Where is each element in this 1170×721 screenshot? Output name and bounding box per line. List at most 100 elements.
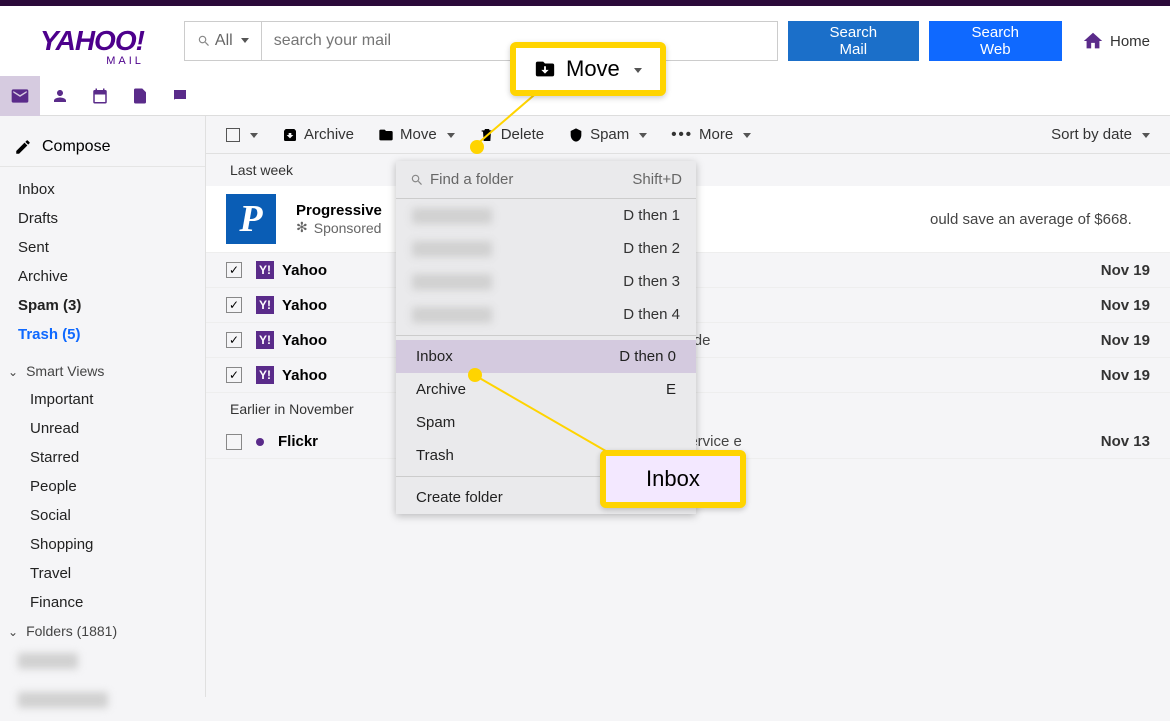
search-scope[interactable]: All [185,22,262,60]
folder-trash[interactable]: Trash (5) [0,320,205,349]
date: Nov 13 [1080,433,1150,450]
shortcut: D then 3 [623,273,680,290]
more-button[interactable]: ••• More [671,126,751,143]
recent-folder[interactable]: D then 1 [396,199,696,232]
pencil-icon [14,138,32,156]
chevron-down-icon [443,126,455,143]
date: Nov 19 [1080,332,1150,349]
smartview-people[interactable]: People [0,472,205,501]
smartview-finance[interactable]: Finance [0,588,205,617]
sponsored-tail: ould save an average of $668. [930,211,1150,228]
folder-blurred [412,274,492,290]
unread-dot [256,438,264,446]
trash-icon [479,127,495,143]
recent-folder[interactable]: D then 3 [396,265,696,298]
smartview-important[interactable]: Important [0,385,205,414]
move-inbox[interactable]: InboxD then 0 [396,340,696,373]
smartview-unread[interactable]: Unread [0,414,205,443]
archive-button[interactable]: Archive [282,126,354,143]
recent-folder[interactable]: D then 4 [396,298,696,331]
from: Yahoo [282,262,327,279]
folder-blurred [412,241,492,257]
toolbar: Archive Move Delete Spam ••• More Sort b… [206,116,1170,154]
date: Nov 19 [1080,262,1150,279]
yahoo-icon: Y! [256,296,274,314]
recent-folder[interactable]: D then 2 [396,232,696,265]
search-mail-button[interactable]: Search Mail [788,21,918,61]
search-box[interactable]: All [184,21,778,61]
smart-views-header[interactable]: Smart Views [0,357,205,385]
folder-blurred [412,307,492,323]
smartview-social[interactable]: Social [0,501,205,530]
chevron-down-icon [739,126,751,143]
chevron-down-icon [246,126,258,143]
chevron-down-icon [635,126,647,143]
yahoo-logo: YAHOO! MAIL [40,25,144,57]
smartview-shopping[interactable]: Shopping [0,530,205,559]
callout-inbox: Inbox [600,450,746,508]
search-web-button[interactable]: Search Web [929,21,1062,61]
messenger-icon[interactable] [160,76,200,116]
move-spam[interactable]: Spam [396,406,696,439]
shortcut: D then 4 [623,306,680,323]
delete-button[interactable]: Delete [479,126,544,143]
shortcut: D then 2 [623,240,680,257]
callout-move: Move [510,42,666,96]
shortcut: Shift+D [632,171,682,188]
yahoo-icon: Y! [256,261,274,279]
notepad-icon[interactable] [120,76,160,116]
move-archive[interactable]: ArchiveE [396,373,696,406]
date: Nov 19 [1080,367,1150,384]
home-label: Home [1110,33,1150,50]
folder-spam[interactable]: Spam (3) [0,291,205,320]
folder-blurred [412,208,492,224]
checkbox[interactable] [226,262,242,278]
shield-icon [568,127,584,143]
folder-drafts[interactable]: Drafts [0,204,205,233]
from: Flickr [278,433,318,450]
dots-icon: ••• [671,126,693,143]
folder-blurred [18,692,108,708]
folders-header[interactable]: Folders (1881) [0,617,205,645]
logo-subtext: MAIL [106,55,144,67]
shortcut: D then 1 [623,207,680,224]
shortcut: E [666,381,676,398]
logo-text: YAHOO! [40,25,144,56]
contacts-icon[interactable] [40,76,80,116]
checkbox[interactable] [226,434,242,450]
chevron-down-icon [630,56,642,82]
checkbox[interactable] [226,367,242,383]
select-all[interactable] [226,126,258,143]
compose-label: Compose [42,138,110,156]
checkbox[interactable] [226,297,242,313]
folder-inbox[interactable]: Inbox [0,175,205,204]
folder-sent[interactable]: Sent [0,233,205,262]
chevron-down-icon [1138,126,1150,143]
date: Nov 19 [1080,297,1150,314]
move-icon [534,58,556,80]
from: Yahoo [282,367,327,384]
mail-icon[interactable] [0,76,40,116]
home-link[interactable]: Home [1082,30,1150,52]
sponsored-icon: ✻ [296,219,308,236]
folder-archive[interactable]: Archive [0,262,205,291]
home-icon [1082,30,1104,52]
sidebar: Compose Inbox Drafts Sent Archive Spam (… [0,116,205,697]
yahoo-icon: Y! [256,366,274,384]
search-icon [410,173,424,187]
find-folder-input[interactable]: Find a folder [410,171,513,188]
calendar-icon[interactable] [80,76,120,116]
chevron-down-icon [237,32,249,50]
smartview-starred[interactable]: Starred [0,443,205,472]
sort-button[interactable]: Sort by date [1051,126,1150,143]
compose-button[interactable]: Compose [0,128,205,167]
highlight-dot [470,140,484,154]
progressive-logo: P [226,194,276,244]
message-list-pane: Archive Move Delete Spam ••• More Sort b… [205,116,1170,697]
spam-button[interactable]: Spam [568,126,647,143]
checkbox[interactable] [226,332,242,348]
smartview-travel[interactable]: Travel [0,559,205,588]
search-icon [197,34,211,48]
move-button[interactable]: Move [378,126,455,143]
move-icon [378,127,394,143]
